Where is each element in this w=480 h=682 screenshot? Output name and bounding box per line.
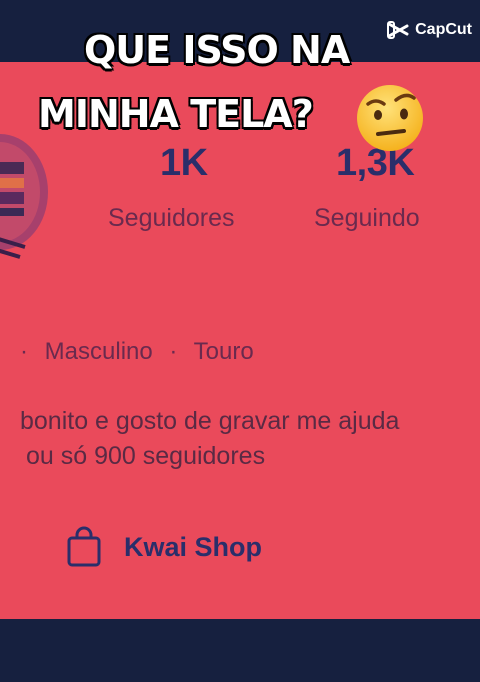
shopping-bag-icon (67, 526, 101, 567)
capcut-logo-icon (387, 21, 409, 39)
avatar[interactable] (0, 122, 50, 272)
bio-line: ou só 900 seguidores (26, 442, 266, 470)
bottom-frame (0, 619, 480, 682)
meta-separator: · (20, 338, 28, 365)
profile-meta: · Masculino · Touro (20, 338, 264, 366)
caption-line-1: QUE ISSO NA (83, 27, 351, 73)
zodiac-label: Touro (193, 338, 254, 365)
kwai-shop-label: Kwai Shop (124, 531, 263, 562)
meta-separator: · (169, 338, 178, 365)
kwai-shop-button[interactable]: Kwai Shop (66, 526, 262, 568)
caption-line-2: MINHA TELA? (37, 91, 314, 137)
followers-count[interactable]: 1K (160, 142, 208, 185)
capcut-watermark: CapCut (387, 20, 472, 40)
profile-bio: bonito e gosto de gravar me ajuda ou só … (20, 404, 399, 474)
followers-label[interactable]: Seguidores (108, 204, 234, 233)
capcut-label: CapCut (415, 21, 472, 38)
raised-eyebrow-emoji-icon (357, 85, 423, 151)
gender-label: Masculino (44, 338, 153, 365)
following-label[interactable]: Seguindo (314, 204, 420, 233)
bio-line: bonito e gosto de gravar me ajuda (20, 407, 400, 435)
